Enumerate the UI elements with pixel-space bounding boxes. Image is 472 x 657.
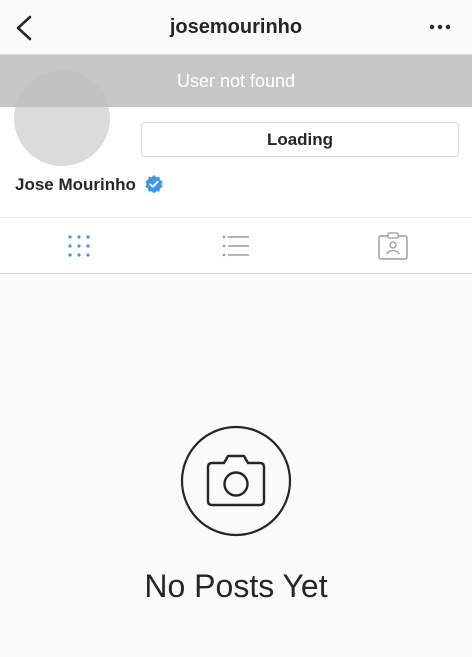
username-title: josemourinho	[169, 16, 303, 38]
more-options-icon[interactable]	[428, 17, 452, 37]
camera-icon	[180, 425, 292, 537]
grid-icon	[67, 235, 90, 257]
profile-tabs	[0, 217, 472, 274]
loading-button[interactable]: Loading	[141, 122, 459, 157]
user-not-found-banner: User not found	[0, 55, 472, 107]
tagged-icon	[377, 232, 408, 260]
profile-name: Jose Mourinho	[15, 175, 136, 194]
list-icon	[222, 235, 249, 257]
top-nav-bar: josemourinho	[0, 0, 472, 55]
tab-grid[interactable]	[0, 218, 157, 274]
empty-state-text: No Posts Yet	[144, 568, 328, 604]
tab-list[interactable]	[157, 218, 314, 274]
verified-badge-icon	[145, 175, 163, 194]
tab-tagged[interactable]	[314, 218, 471, 274]
banner-text: User not found	[176, 70, 296, 91]
